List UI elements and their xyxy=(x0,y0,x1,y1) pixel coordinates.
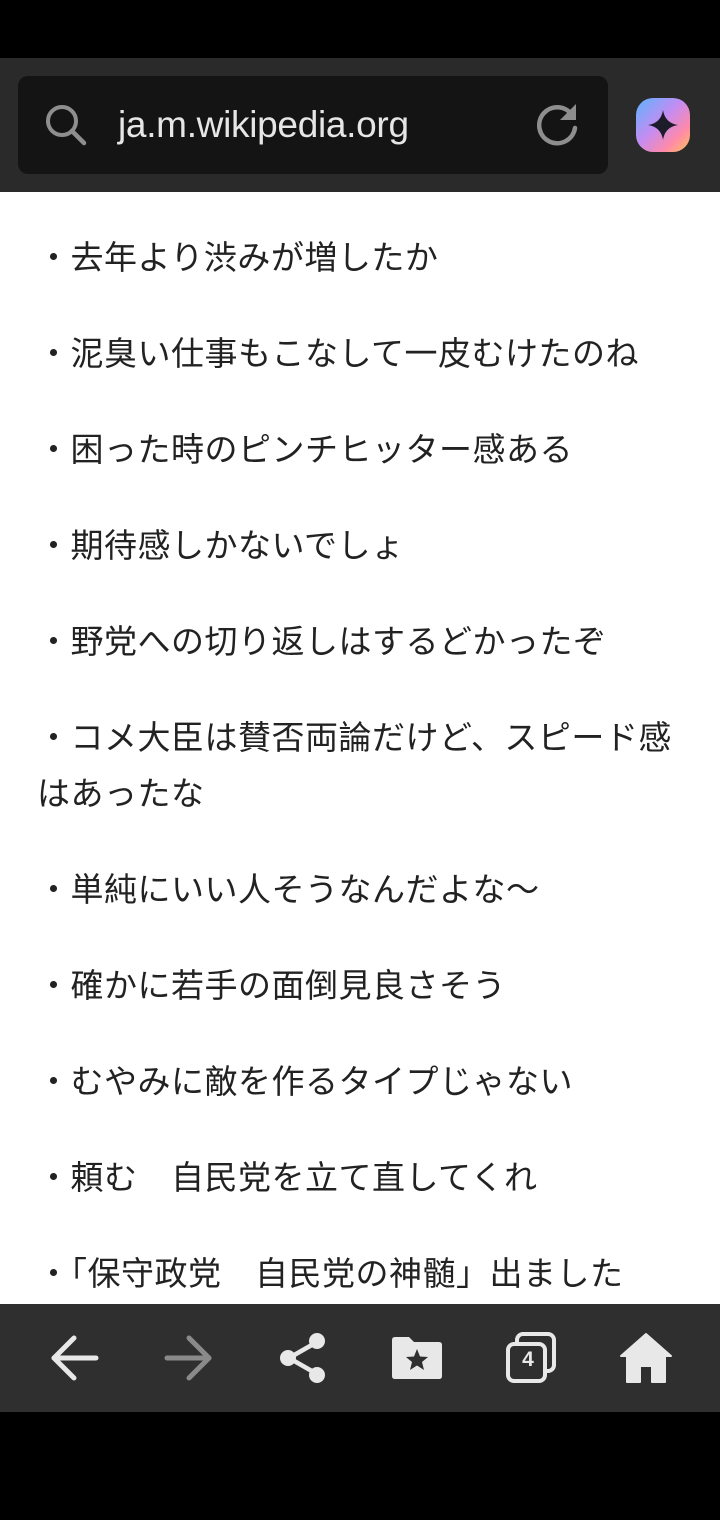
list-item: ・コメ大臣は賛否両論だけど、スピード感はあったな xyxy=(37,718,672,813)
list-item: ・頼む 自民党を立て直してくれ xyxy=(37,1158,538,1197)
bookmarks-button[interactable] xyxy=(389,1330,445,1386)
share-button[interactable] xyxy=(275,1330,331,1386)
list-item: ・困った時のピンチヒッター感ある xyxy=(37,430,573,469)
list-item: ・泥臭い仕事もこなして一皮むけたのね xyxy=(37,334,640,373)
back-button[interactable] xyxy=(46,1330,102,1386)
share-icon xyxy=(280,1333,325,1383)
home-button[interactable] xyxy=(618,1330,674,1386)
list-item: ・確かに若手の面倒見良さそう xyxy=(37,966,506,1005)
forward-button[interactable] xyxy=(161,1330,217,1386)
bookmark-folder-icon xyxy=(392,1337,442,1379)
list-item: ・野党への切り返しはするどかったぞ xyxy=(37,622,607,661)
page-content: ・去年より渋みが増したか ・泥臭い仕事もこなして一皮むけたのね ・困った時のピン… xyxy=(0,192,720,1304)
forward-arrow-icon xyxy=(164,1335,212,1381)
list-item: ・「保守政党 自民党の神髄」出ました xyxy=(37,1254,624,1293)
list-item: ・むやみに敵を作るタイプじゃない xyxy=(37,1062,573,1101)
url-text[interactable]: ja.m.wikipedia.org xyxy=(118,76,409,174)
list-item: ・単純にいい人そうなんだよな〜 xyxy=(37,870,540,909)
list-item: ・期待感しかないでしょ xyxy=(37,526,405,565)
comment-list: ・去年より渋みが増したか ・泥臭い仕事もこなして一皮むけたのね ・困った時のピン… xyxy=(0,230,720,1302)
home-icon xyxy=(620,1333,672,1383)
url-bar[interactable]: ja.m.wikipedia.org xyxy=(18,76,608,174)
assistant-icon[interactable] xyxy=(634,96,692,154)
back-arrow-icon xyxy=(51,1335,99,1381)
system-nav-bar xyxy=(0,1412,720,1520)
tabs-button[interactable]: 4 xyxy=(503,1330,559,1386)
bottom-toolbar: 4 xyxy=(0,1304,720,1412)
status-bar xyxy=(0,0,720,58)
tab-count: 4 xyxy=(522,1348,534,1371)
browser-header: ja.m.wikipedia.org xyxy=(0,58,720,192)
search-icon xyxy=(46,105,87,146)
list-item: ・去年より渋みが増したか xyxy=(37,238,439,277)
reload-icon[interactable] xyxy=(532,100,582,150)
